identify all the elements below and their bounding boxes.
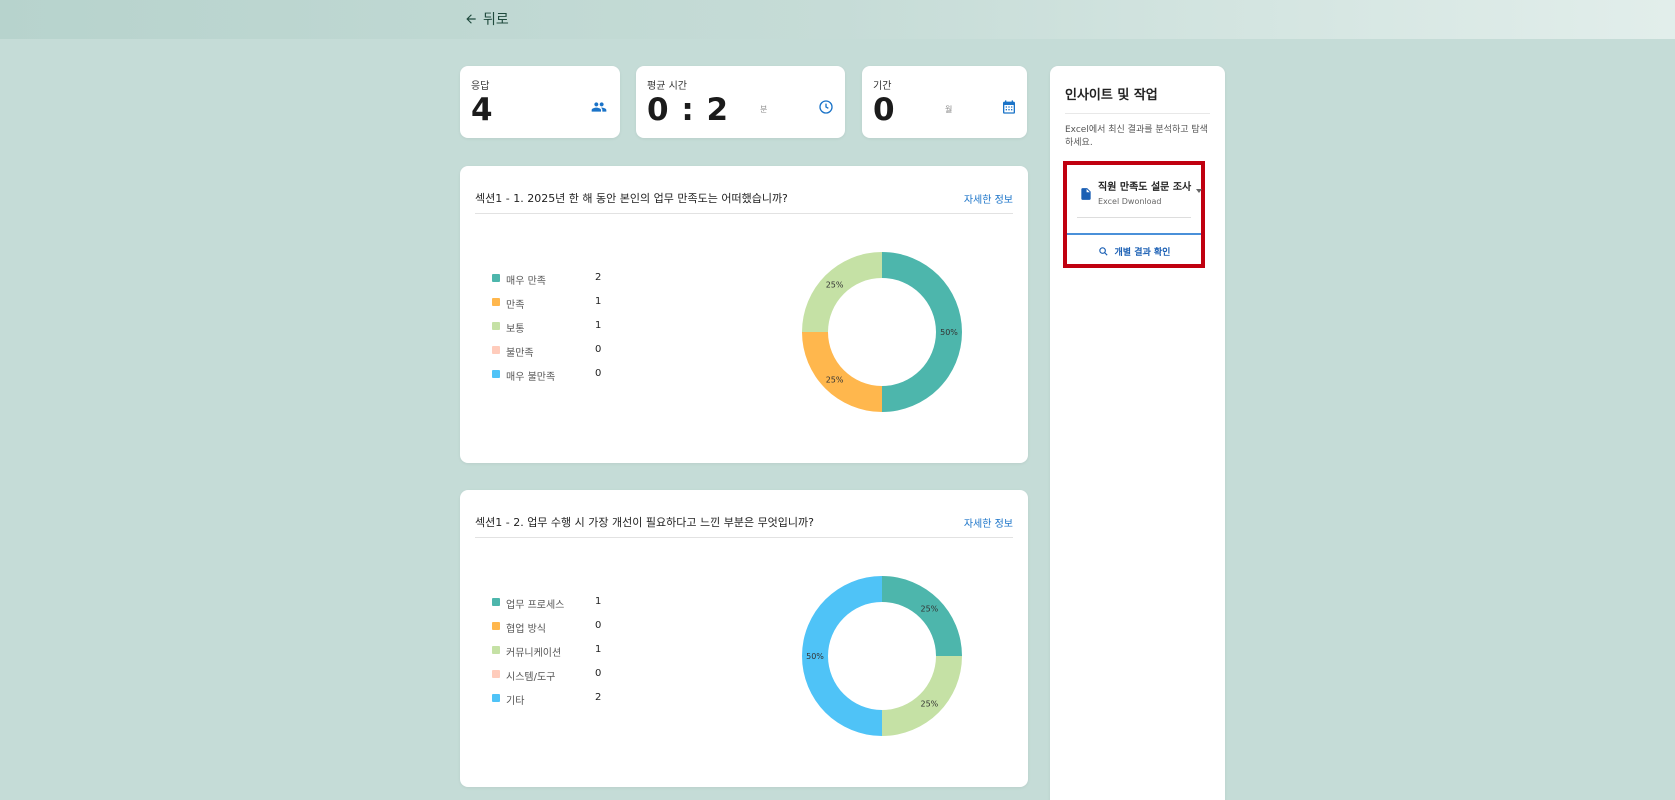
legend-count: 2	[595, 272, 602, 283]
question-card-1: 섹션1 - 1. 2025년 한 해 동안 본인의 업무 만족도는 어떠했습니까…	[460, 166, 1028, 463]
legend-swatch	[492, 346, 500, 354]
question-card-2: 섹션1 - 2. 업무 수행 시 가장 개선이 필요하다고 느낀 부분은 무엇입…	[460, 490, 1028, 787]
legend-label: 만족	[506, 300, 525, 311]
slice-label: 25%	[826, 281, 844, 290]
legend-count: 0	[595, 344, 602, 355]
legend-item: 업무 프로세스 1	[492, 596, 602, 620]
legend-swatch	[492, 646, 500, 654]
file-panel: 직원 만족도 설문 조사 Excel Dwonload 개별 결과 확인	[1063, 161, 1205, 268]
legend-swatch	[492, 694, 500, 702]
back-label: 뒤로	[483, 12, 509, 28]
donut-chart: 25% 25% 50%	[802, 576, 962, 736]
question-title: 섹션1 - 1. 2025년 한 해 동안 본인의 업무 만족도는 어떠했습니까…	[475, 192, 788, 205]
legend-label: 협업 방식	[506, 624, 546, 635]
legend-item: 협업 방식 0	[492, 620, 602, 644]
stat-card-avg-time: 평균 시간 0 : 2 분	[636, 66, 845, 138]
divider	[475, 213, 1013, 214]
legend-swatch	[492, 598, 500, 606]
details-link[interactable]: 자세한 정보	[964, 515, 1013, 530]
legend-label: 매우 만족	[506, 276, 546, 287]
legend-swatch	[492, 322, 500, 330]
search-icon	[1098, 246, 1108, 256]
legend: 업무 프로세스 1 협업 방식 0 커뮤니케이션 1 시스템/도구 0 기타 2	[492, 596, 602, 716]
chevron-down-icon[interactable]	[1196, 189, 1202, 193]
stat-unit: 분	[760, 105, 768, 114]
back-button[interactable]: 뒤로	[464, 9, 509, 29]
slice-label: 50%	[806, 652, 824, 661]
button-label: 개별 결과 확인	[1114, 247, 1171, 258]
legend-label: 보통	[506, 324, 525, 335]
divider	[1077, 217, 1191, 218]
donut-slice	[882, 576, 962, 656]
legend-count: 2	[595, 692, 602, 703]
file-name[interactable]: 직원 만족도 설문 조사	[1098, 178, 1191, 193]
legend-count: 0	[595, 368, 602, 379]
stat-value: 0	[873, 92, 896, 128]
sidebar-description: Excel에서 최신 결과를 분석하고 탐색하세요.	[1065, 125, 1208, 148]
donut-slice	[802, 252, 882, 332]
slice-label: 25%	[920, 605, 938, 614]
slice-label: 50%	[940, 328, 958, 337]
stat-value: 4	[471, 92, 494, 128]
legend-count: 1	[595, 296, 602, 307]
legend-label: 기타	[506, 696, 525, 707]
legend-label: 매우 불만족	[506, 372, 556, 383]
legend-count: 1	[595, 644, 602, 655]
slice-label: 25%	[920, 699, 938, 708]
legend-item: 시스템/도구 0	[492, 668, 602, 692]
stat-card-period: 기간 0 월	[862, 66, 1027, 138]
legend-count: 0	[595, 620, 602, 631]
legend-count: 1	[595, 320, 602, 331]
legend-item: 기타 2	[492, 692, 602, 716]
legend-label: 불만족	[506, 348, 534, 359]
legend-item: 불만족 0	[492, 344, 602, 368]
stat-value: 0 : 2	[647, 92, 730, 128]
excel-download-label[interactable]: Excel Dwonload	[1098, 197, 1162, 206]
clock-icon	[819, 100, 833, 114]
stat-label: 기간	[873, 81, 892, 92]
legend-item: 만족 1	[492, 296, 602, 320]
insights-sidebar: 인사이트 및 작업 Excel에서 최신 결과를 분석하고 탐색하세요. 직원 …	[1050, 66, 1225, 800]
legend-count: 1	[595, 596, 602, 607]
legend-label: 커뮤니케이션	[506, 648, 562, 659]
donut-slice	[882, 656, 962, 736]
legend-swatch	[492, 622, 500, 630]
view-individual-results-button[interactable]: 개별 결과 확인	[1067, 241, 1201, 261]
legend-label: 시스템/도구	[506, 672, 556, 683]
donut-chart: 50% 25% 25%	[802, 252, 962, 412]
legend-swatch	[492, 274, 500, 282]
stat-card-responses: 응답 4	[460, 66, 620, 138]
people-icon	[591, 102, 607, 112]
legend: 매우 만족 2 만족 1 보통 1 불만족 0 매우 불만족 0	[492, 272, 602, 392]
divider	[1065, 113, 1210, 114]
stat-label: 응답	[471, 81, 490, 92]
legend-item: 커뮤니케이션 1	[492, 644, 602, 668]
legend-item: 보통 1	[492, 320, 602, 344]
slice-label: 25%	[826, 375, 844, 384]
top-bar: 뒤로	[0, 0, 1675, 39]
stat-label: 평균 시간	[647, 81, 687, 92]
legend-label: 업무 프로세스	[506, 600, 565, 611]
details-link[interactable]: 자세한 정보	[964, 191, 1013, 206]
divider	[475, 537, 1013, 538]
divider	[1067, 233, 1201, 235]
document-icon	[1081, 188, 1091, 200]
stat-unit: 월	[945, 105, 953, 114]
legend-swatch	[492, 370, 500, 378]
arrow-left-icon	[466, 14, 476, 24]
legend-swatch	[492, 298, 500, 306]
question-title: 섹션1 - 2. 업무 수행 시 가장 개선이 필요하다고 느낀 부분은 무엇입…	[475, 516, 815, 529]
legend-count: 0	[595, 668, 602, 679]
legend-swatch	[492, 670, 500, 678]
legend-item: 매우 만족 2	[492, 272, 602, 296]
sidebar-title: 인사이트 및 작업	[1065, 88, 1158, 103]
calendar-icon	[1003, 100, 1015, 114]
donut-slice	[802, 332, 882, 412]
legend-item: 매우 불만족 0	[492, 368, 602, 392]
